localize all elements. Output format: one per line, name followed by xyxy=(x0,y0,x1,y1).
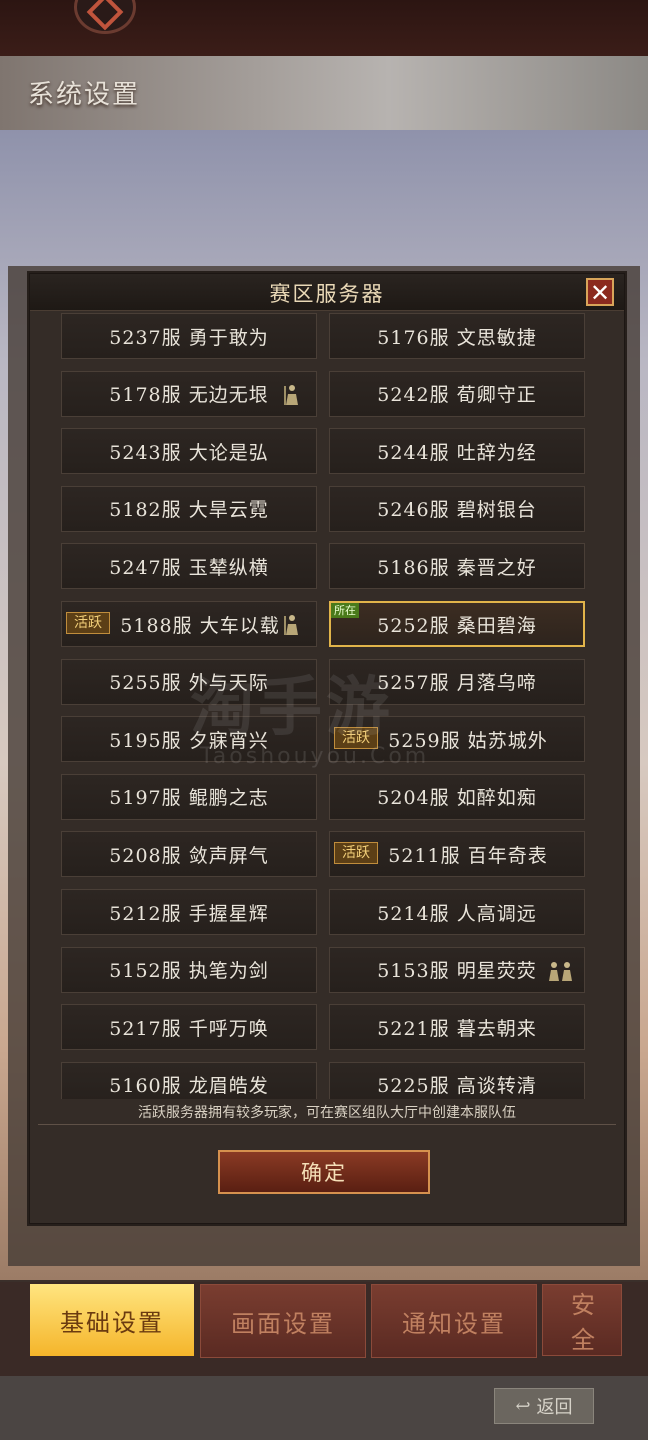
server-name: 5208服 敛声屏气 xyxy=(109,844,269,867)
server-item[interactable]: 5182服 大旱云霓 xyxy=(61,485,317,532)
server-item[interactable]: 5160服 龙眉皓发 xyxy=(61,1061,317,1099)
server-item[interactable]: 活跃 5188服 大车以载 xyxy=(61,601,317,647)
server-name: 5252服 桑田碧海 xyxy=(377,614,537,637)
server-item[interactable]: 5212服 手握星辉 xyxy=(61,889,317,935)
server-name: 5211服 百年奇表 xyxy=(388,844,548,867)
confirm-button[interactable]: 确定 xyxy=(218,1150,430,1194)
server-item[interactable]: 5176服 文思敏捷 xyxy=(329,313,585,359)
return-arrow-icon: ↩ xyxy=(515,1395,531,1417)
soldier-icon xyxy=(280,613,304,637)
server-name: 5178服 无边无垠 xyxy=(109,384,269,407)
current-server-tag: 所在 xyxy=(331,603,359,618)
back-label: 返回 xyxy=(536,1397,573,1418)
server-name: 5243服 大论是弘 xyxy=(109,441,269,464)
divider xyxy=(38,1124,616,1125)
tab-notification-settings[interactable]: 通知设置 xyxy=(371,1284,537,1358)
close-icon: ✕ xyxy=(589,279,611,307)
server-name: 5214服 人高调远 xyxy=(377,902,537,925)
server-name: 5221服 暮去朝来 xyxy=(377,1017,537,1040)
close-button[interactable]: ✕ xyxy=(586,278,614,306)
server-item[interactable]: 5178服 无边无垠 xyxy=(61,370,317,417)
active-badge: 活跃 xyxy=(66,612,110,634)
server-item[interactable]: 5244服 吐辞为经 xyxy=(329,428,585,475)
server-name: 5153服 明星荧荧 xyxy=(377,960,537,983)
server-item[interactable]: 5225服 高谈转清 xyxy=(329,1061,585,1099)
soldiers-icon xyxy=(546,959,576,983)
server-item[interactable]: 5247服 玉辇纵横 xyxy=(61,543,317,590)
tab-basic-settings[interactable]: 基础设置 xyxy=(30,1284,194,1356)
server-name: 5197服 鲲鹏之志 xyxy=(109,787,269,810)
soldier-icon xyxy=(280,383,304,407)
server-name: 5237服 勇于敢为 xyxy=(109,326,269,349)
server-item[interactable]: 5217服 千呼万唤 xyxy=(61,1004,317,1051)
active-badge: 活跃 xyxy=(334,842,378,865)
tab-security[interactable]: 安全 xyxy=(542,1284,622,1356)
server-name: 5242服 荀卿守正 xyxy=(377,384,537,407)
server-item[interactable]: 所在 5252服 桑田碧海 xyxy=(329,601,585,647)
server-name: 5186服 秦晋之好 xyxy=(377,556,537,579)
server-item[interactable]: 5153服 明星荧荧 xyxy=(329,946,585,993)
server-item[interactable]: 5246服 碧树银台 xyxy=(329,485,585,532)
tab-graphics-settings[interactable]: 画面设置 xyxy=(200,1284,366,1358)
server-item[interactable]: 5204服 如醉如痴 xyxy=(329,773,585,820)
server-item[interactable]: 5242服 荀卿守正 xyxy=(329,370,585,417)
server-item[interactable]: 5243服 大论是弘 xyxy=(61,428,317,475)
server-name: 5212服 手握星辉 xyxy=(109,902,269,925)
server-item[interactable]: 活跃 5211服 百年奇表 xyxy=(329,831,585,878)
server-name: 5225服 高谈转清 xyxy=(377,1075,537,1098)
server-name: 5244服 吐辞为经 xyxy=(377,441,537,464)
server-item[interactable]: 5152服 执笔为剑 xyxy=(61,946,317,993)
server-name: 5160服 龙眉皓发 xyxy=(109,1075,269,1098)
server-name: 5257服 月落乌啼 xyxy=(377,672,537,695)
server-name: 5176服 文思敏捷 xyxy=(377,326,537,349)
dialog-title: 赛区服务器 xyxy=(269,282,385,306)
back-button[interactable]: ↩ 返回 xyxy=(494,1388,594,1424)
watermark-text: Taoshouyou.Com xyxy=(200,744,430,769)
watermark-logo: 淘手游 xyxy=(190,671,394,745)
server-name: 5246服 碧树银台 xyxy=(377,499,537,522)
server-name: 5204服 如醉如痴 xyxy=(377,787,537,810)
server-name: 5152服 执笔为剑 xyxy=(109,960,269,983)
server-item[interactable]: 5214服 人高调远 xyxy=(329,889,585,935)
server-item[interactable]: 5221服 暮去朝来 xyxy=(329,1004,585,1051)
server-item[interactable]: 5197服 鲲鹏之志 xyxy=(61,773,317,820)
server-name: 5188服 大车以载 xyxy=(120,614,280,637)
server-item[interactable]: 5237服 勇于敢为 xyxy=(61,313,317,359)
active-server-note: 活跃服务器拥有较多玩家，可在赛区组队大厅中创建本服队伍 xyxy=(138,1105,516,1121)
server-name: 5182服 大旱云霓 xyxy=(109,499,269,522)
server-name: 5247服 玉辇纵横 xyxy=(109,556,269,579)
server-name: 5217服 千呼万唤 xyxy=(109,1017,269,1040)
page-title: 系统设置 xyxy=(28,80,141,110)
server-item[interactable]: 5186服 秦晋之好 xyxy=(329,543,585,590)
server-item[interactable]: 5208服 敛声屏气 xyxy=(61,831,317,878)
